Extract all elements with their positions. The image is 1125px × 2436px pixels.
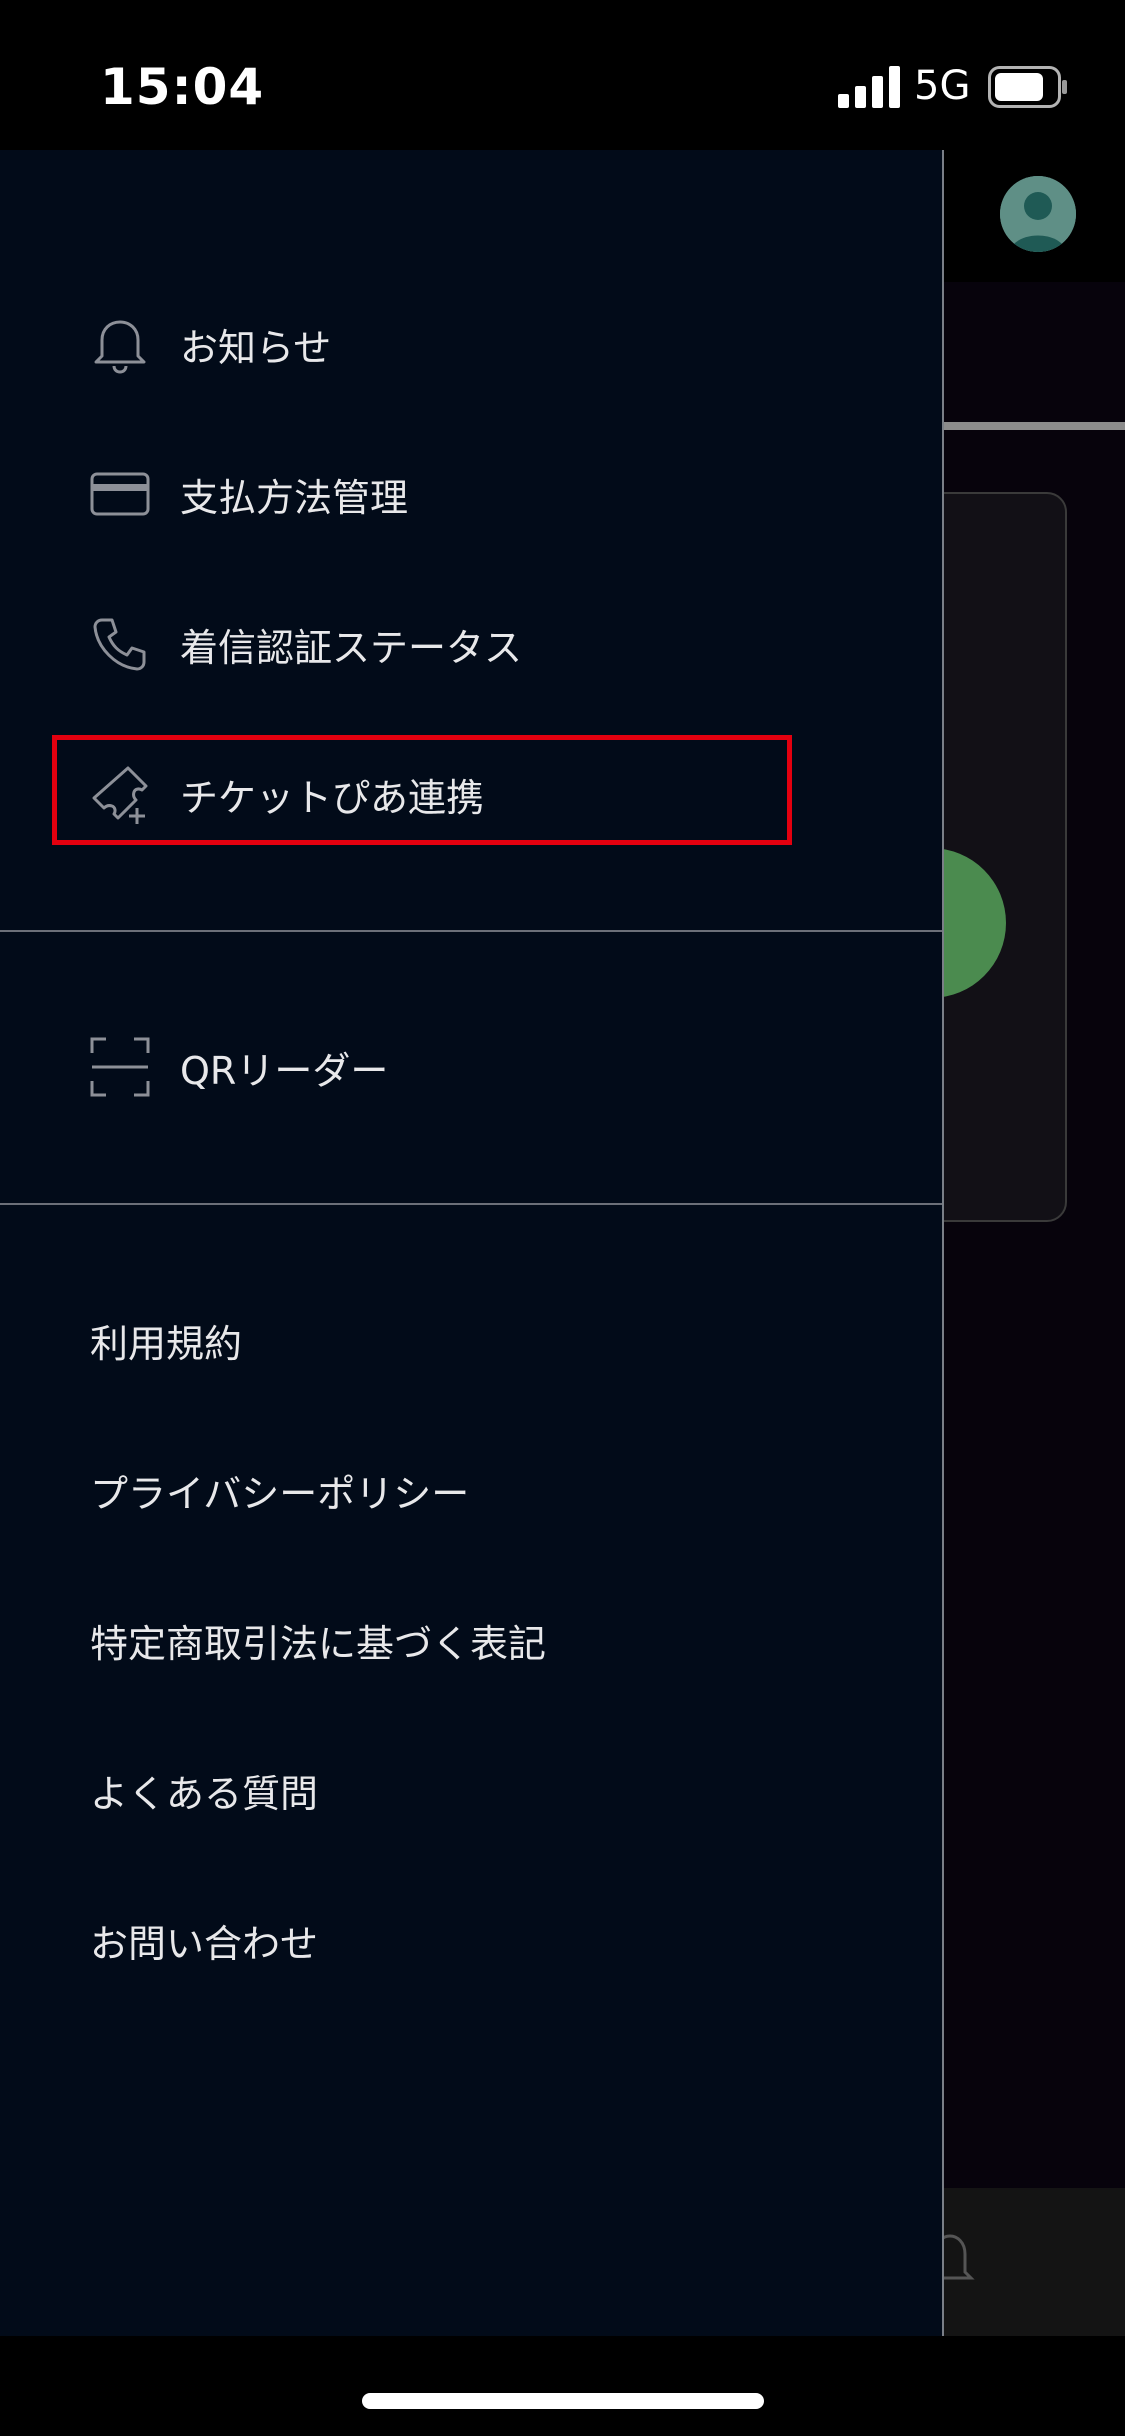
ticket-add-icon (88, 762, 152, 826)
menu-divider (0, 1203, 942, 1205)
link-terms-of-use[interactable]: 利用規約 (0, 1280, 942, 1400)
link-label: よくある質問 (90, 1771, 319, 1816)
link-label: お問い合わせ (90, 1921, 319, 1966)
user-avatar-icon[interactable] (1000, 176, 1076, 252)
link-label: 特定商取引法に基づく表記 (90, 1621, 547, 1666)
menu-divider (0, 930, 942, 932)
menu-item-call-auth-status[interactable]: 着信認証ステータス (0, 584, 942, 704)
link-contact[interactable]: お問い合わせ (0, 1880, 942, 2000)
credit-card-icon (88, 462, 152, 526)
menu-item-ticket-pia-link[interactable]: チケットぴあ連携 (0, 734, 942, 854)
phone-icon (88, 612, 152, 676)
background-tab-indicator (944, 422, 1125, 430)
status-time: 15:04 (100, 58, 265, 116)
link-faq[interactable]: よくある質問 (0, 1730, 942, 1850)
link-privacy-policy[interactable]: プライバシーポリシー (0, 1430, 942, 1550)
qr-scan-icon (88, 1035, 152, 1099)
home-area (0, 2336, 1125, 2436)
menu-item-qr-reader[interactable]: QRリーダー (0, 1007, 942, 1127)
home-indicator[interactable] (362, 2393, 764, 2409)
link-label: プライバシーポリシー (90, 1471, 470, 1516)
menu-item-payment-methods[interactable]: 支払方法管理 (0, 434, 942, 554)
bell-icon (88, 312, 152, 376)
drawer-edge (942, 150, 944, 2336)
screen: 15:04 5G お知らせ 支払方法管理 着信認証ステータス チケットぴあ連携 … (0, 0, 1125, 2436)
menu-item-label: チケットぴあ連携 (180, 775, 485, 820)
menu-item-label: QRリーダー (180, 1048, 389, 1093)
signal-bars-icon (838, 66, 900, 108)
network-label: 5G (914, 63, 971, 109)
link-specified-commercial-transactions[interactable]: 特定商取引法に基づく表記 (0, 1580, 942, 1700)
battery-icon (988, 66, 1067, 108)
menu-item-notifications[interactable]: お知らせ (0, 284, 942, 404)
navigation-drawer: お知らせ 支払方法管理 着信認証ステータス チケットぴあ連携 QRリーダー 利用… (0, 150, 942, 2336)
menu-item-label: お知らせ (180, 325, 332, 370)
link-label: 利用規約 (90, 1321, 243, 1366)
menu-item-label: 支払方法管理 (180, 475, 409, 520)
status-bar: 15:04 5G (0, 0, 1125, 150)
menu-item-label: 着信認証ステータス (180, 625, 523, 670)
